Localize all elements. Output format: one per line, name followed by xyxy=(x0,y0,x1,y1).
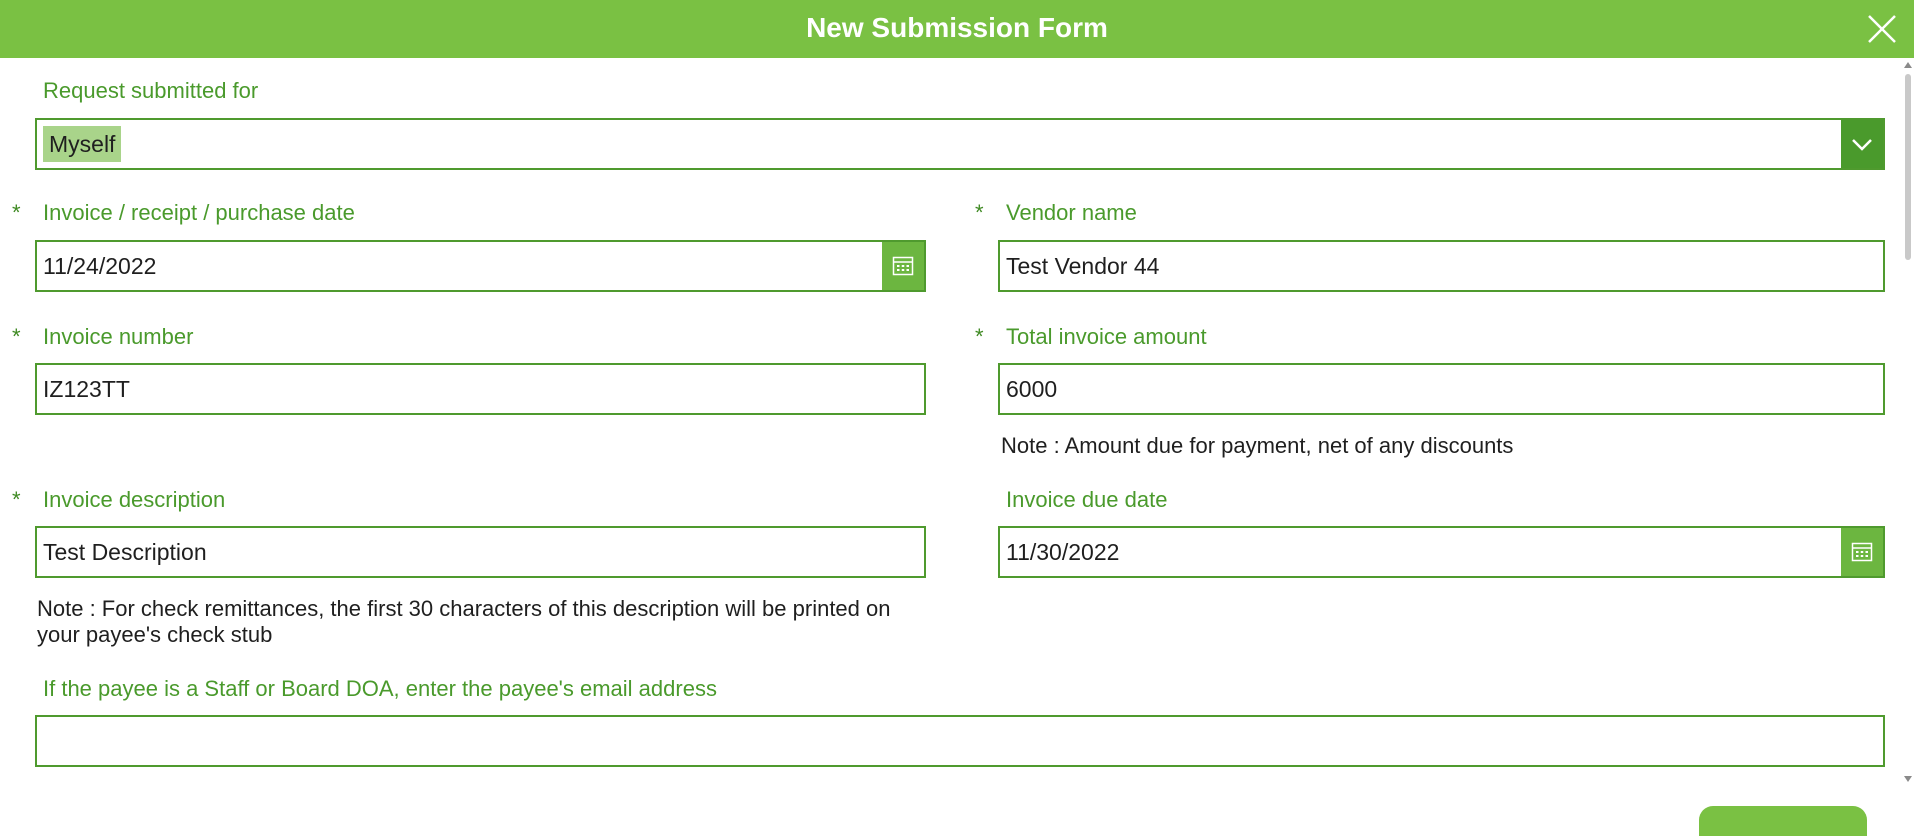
invoice-date-field[interactable] xyxy=(35,240,926,292)
submit-button[interactable] xyxy=(1699,806,1867,836)
invoice-description-label: Invoice description xyxy=(43,487,226,512)
payee-email-input[interactable] xyxy=(43,717,1863,765)
required-marker: * xyxy=(12,487,21,512)
calendar-icon xyxy=(1851,542,1873,562)
payee-email-field[interactable] xyxy=(35,715,1885,767)
close-icon xyxy=(1868,15,1896,43)
due-date-calendar-button[interactable] xyxy=(1841,528,1883,576)
invoice-date-calendar-button[interactable] xyxy=(882,242,924,290)
required-marker: * xyxy=(975,200,984,225)
invoice-date-input[interactable] xyxy=(43,242,863,290)
total-amount-note: Note : Amount due for payment, net of an… xyxy=(1001,433,1514,458)
scroll-down-arrow[interactable] xyxy=(1904,776,1912,782)
due-date-field[interactable] xyxy=(998,526,1885,578)
form-header: New Submission Form xyxy=(0,0,1914,58)
close-button[interactable] xyxy=(1866,13,1898,45)
due-date-input[interactable] xyxy=(1006,528,1826,576)
invoice-date-label: Invoice / receipt / purchase date xyxy=(43,200,355,225)
vendor-name-input[interactable] xyxy=(1006,242,1866,290)
total-amount-label: Total invoice amount xyxy=(1006,324,1207,349)
scroll-up-arrow[interactable] xyxy=(1904,62,1912,68)
request-for-selected-value: Myself xyxy=(43,126,122,162)
total-amount-input[interactable] xyxy=(1006,365,1866,413)
vendor-name-field[interactable] xyxy=(998,240,1885,292)
calendar-icon xyxy=(892,256,914,276)
due-date-label: Invoice due date xyxy=(1006,487,1168,512)
invoice-number-label: Invoice number xyxy=(43,324,194,349)
invoice-description-field[interactable] xyxy=(35,526,926,578)
invoice-number-input[interactable] xyxy=(43,365,903,413)
dropdown-toggle-button[interactable] xyxy=(1841,120,1883,168)
required-marker: * xyxy=(12,324,21,349)
scrollbar-thumb[interactable] xyxy=(1905,74,1911,260)
request-for-dropdown[interactable]: Myself xyxy=(35,118,1885,170)
invoice-description-note: Note : For check remittances, the first … xyxy=(37,596,891,647)
payee-email-label: If the payee is a Staff or Board DOA, en… xyxy=(43,676,717,701)
required-marker: * xyxy=(12,200,21,225)
chevron-down-icon xyxy=(1852,139,1872,151)
vendor-name-label: Vendor name xyxy=(1006,200,1137,225)
invoice-number-field[interactable] xyxy=(35,363,926,415)
required-marker: * xyxy=(975,324,984,349)
total-amount-field[interactable] xyxy=(998,363,1885,415)
form-title: New Submission Form xyxy=(806,12,1108,43)
request-for-label: Request submitted for xyxy=(43,78,259,103)
invoice-description-input[interactable] xyxy=(43,528,903,576)
